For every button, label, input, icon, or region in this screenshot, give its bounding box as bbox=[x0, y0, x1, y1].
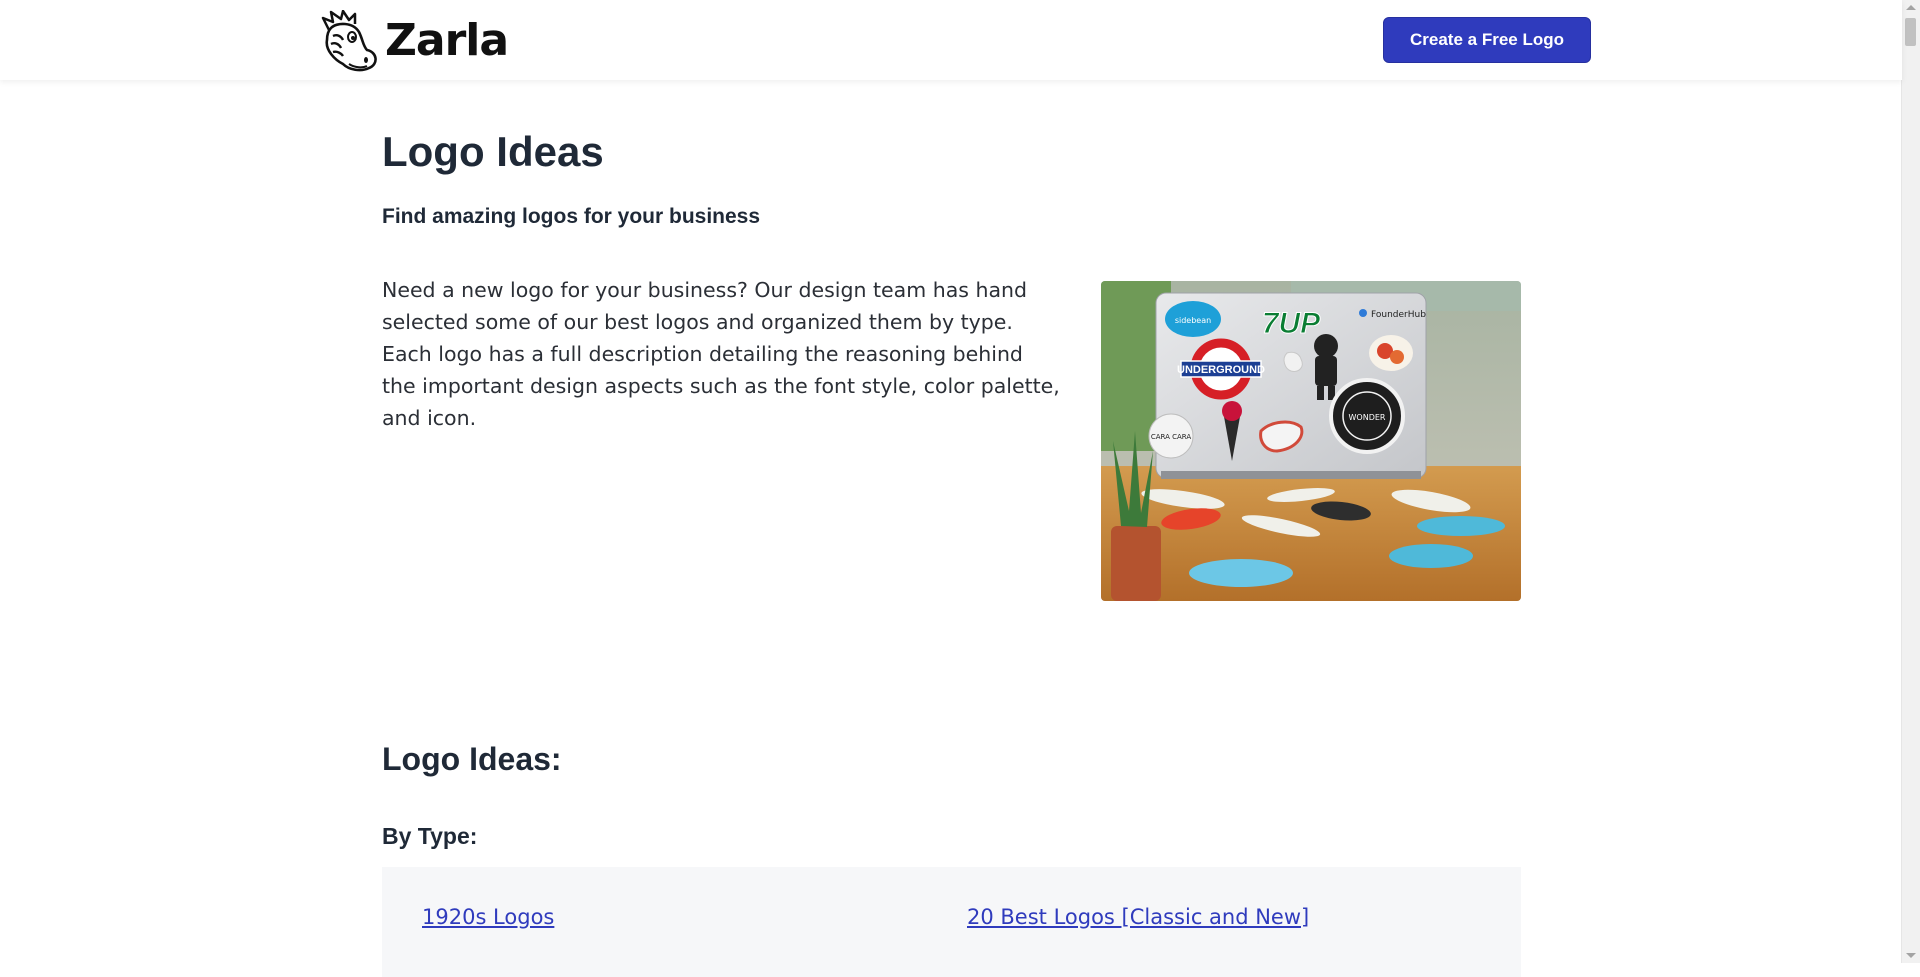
intro-paragraph: Need a new logo for your business? Our d… bbox=[382, 278, 1060, 430]
sticker-underground: UNDERGROUND bbox=[1177, 364, 1265, 376]
scroll-up-arrow-icon[interactable] bbox=[1906, 5, 1916, 10]
sticker-cara: CARA CARA bbox=[1151, 433, 1192, 441]
sticker-wonder: WONDER bbox=[1349, 413, 1386, 422]
link-1920s-logos[interactable]: 1920s Logos bbox=[422, 905, 554, 929]
by-type-heading: By Type: bbox=[382, 823, 478, 849]
page-title: Logo Ideas bbox=[382, 128, 604, 175]
page-scrollbar[interactable] bbox=[1901, 0, 1920, 963]
logo-ideas-heading: Logo Ideas: bbox=[382, 741, 562, 777]
laptop-stickers-image: sidebean 7UP FounderHub UNDERGROUND CARA… bbox=[1101, 281, 1521, 601]
scroll-down-arrow-icon[interactable] bbox=[1906, 953, 1916, 958]
sticker-7up: 7UP bbox=[1262, 307, 1321, 340]
brand-logo-link[interactable]: Zarla bbox=[319, 10, 509, 72]
site-header: Zarla Create a Free Logo bbox=[0, 0, 1902, 80]
create-free-logo-button[interactable]: Create a Free Logo bbox=[1383, 17, 1591, 63]
page-subtitle: Find amazing logos for your business bbox=[382, 205, 761, 228]
zebra-head-icon bbox=[321, 10, 377, 72]
scrollbar-thumb[interactable] bbox=[1905, 18, 1916, 46]
brand-name: Zarla bbox=[385, 15, 509, 66]
link-20-best-logos[interactable]: 20 Best Logos [Classic and New] bbox=[967, 905, 1309, 929]
sticker-sidebean: sidebean bbox=[1175, 316, 1211, 325]
sticker-founderhub: FounderHub bbox=[1371, 310, 1426, 320]
